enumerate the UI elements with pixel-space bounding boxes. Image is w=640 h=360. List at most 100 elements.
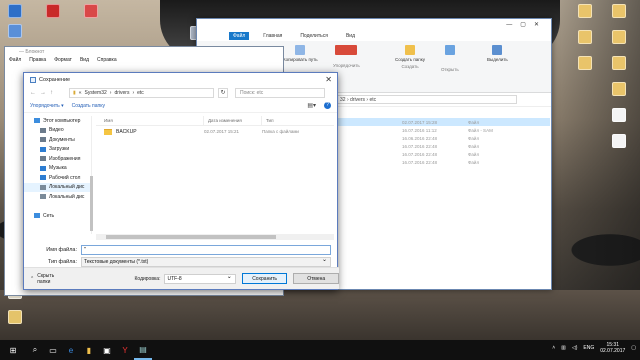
back-arrow-icon[interactable]: ←: [30, 90, 36, 96]
menu-edit[interactable]: Правка: [29, 57, 46, 66]
notifications-icon[interactable]: ▢: [631, 345, 636, 351]
nav-item-pictures[interactable]: Изображения: [24, 154, 91, 164]
desktop-folder-icon[interactable]: [572, 4, 598, 18]
nav-item-this-pc[interactable]: Этот компьютер: [24, 116, 91, 126]
yandex-browser-icon[interactable]: Y: [116, 340, 134, 360]
menu-file[interactable]: Файл: [9, 57, 21, 66]
edge-icon[interactable]: e: [62, 340, 80, 360]
horizontal-scrollbar[interactable]: [96, 234, 334, 240]
nav-item-videos[interactable]: Видео: [24, 126, 91, 136]
start-button[interactable]: ⊞: [0, 340, 26, 360]
nav-item-desktop[interactable]: Рабочий стол: [24, 173, 91, 183]
nav-scrollbar[interactable]: [90, 176, 93, 231]
nav-item-downloads[interactable]: Загрузки: [24, 145, 91, 155]
file-row[interactable]: BACKUP 02.07.2017 15:21 Папка с файлами: [96, 126, 334, 137]
save-button[interactable]: Сохранить: [241, 273, 288, 284]
menu-format[interactable]: Формат: [54, 57, 72, 66]
new-folder-icon: [405, 45, 415, 55]
hide-folders-toggle[interactable]: ⌃ Скрыть папки: [30, 273, 68, 285]
desktop-icon[interactable]: [2, 24, 28, 38]
notepad-taskbar-icon[interactable]: ▤: [134, 340, 152, 360]
breadcrumb-item[interactable]: etc: [137, 90, 144, 96]
cancel-button[interactable]: Отмена: [293, 273, 340, 284]
street-wallpaper: [0, 290, 640, 340]
nav-item-documents[interactable]: Документы: [24, 135, 91, 145]
desktop-file-icon[interactable]: [606, 108, 632, 122]
up-arrow-icon[interactable]: ↑: [50, 90, 53, 96]
encoding-select[interactable]: UTF-8: [164, 273, 236, 284]
language-indicator[interactable]: ENG: [583, 345, 594, 351]
menu-help[interactable]: Справка: [97, 57, 117, 66]
file-explorer-icon[interactable]: ▮: [80, 340, 98, 360]
explorer-row[interactable]: 16.07.2016 11:12 Файл - SAM: [336, 126, 550, 134]
breadcrumb-item[interactable]: drivers: [114, 90, 129, 96]
dialog-toolbar: Упорядочить ▾ Создать папку ▤▾ ?: [24, 100, 337, 113]
breadcrumb[interactable]: ▮ « System32 › drivers › etc: [69, 88, 214, 98]
clock[interactable]: 15:31 02.07.2017: [600, 342, 625, 354]
network-icon[interactable]: ▥: [561, 345, 566, 351]
desktop-file-icon[interactable]: [606, 134, 632, 148]
filename-input[interactable]: ": [81, 244, 331, 255]
organize-group[interactable]: Упорядочить: [333, 45, 360, 68]
tab-file[interactable]: Файл: [229, 32, 250, 40]
search-icon[interactable]: ⌕: [26, 340, 44, 360]
desktop-folder-icon[interactable]: [606, 4, 632, 18]
filetype-select[interactable]: Текстовые документы (*.txt): [81, 256, 331, 267]
tab-share[interactable]: Поделиться: [296, 32, 332, 40]
organize-menu[interactable]: Упорядочить ▾: [30, 103, 64, 109]
forward-arrow-icon[interactable]: →: [40, 90, 46, 96]
column-date[interactable]: Дата изменения: [204, 116, 262, 125]
desktop-folder-icon: [40, 175, 46, 181]
nav-item-network[interactable]: Сеть: [24, 211, 91, 221]
task-view-icon[interactable]: ▭: [44, 340, 62, 360]
folder-icon: ▮: [73, 90, 76, 96]
window-controls[interactable]: —▢✕: [506, 21, 547, 28]
select-icon: [492, 45, 503, 55]
view-options-icon[interactable]: ▤▾: [307, 102, 316, 109]
new-folder-button[interactable]: Создать папку Создать: [395, 45, 425, 69]
music-folder-icon: [40, 165, 46, 171]
save-dialog[interactable]: Сохранение ✕ ← → ↑ ▮ « System32 › driver…: [23, 72, 340, 290]
dialog-titlebar[interactable]: Сохранение ✕: [24, 73, 337, 86]
chevron-up-icon[interactable]: ˄: [552, 345, 555, 351]
desktop-icon[interactable]: [40, 4, 66, 18]
file-date: 02.07.2017 15:21: [204, 129, 240, 134]
help-icon[interactable]: ?: [324, 102, 331, 109]
explorer-row[interactable]: 16.07.2016 22:48 Файл: [336, 142, 550, 150]
nav-item-local-disk-c[interactable]: Локальный дис: [24, 182, 91, 192]
folder-icon: [104, 128, 112, 135]
tab-view[interactable]: Вид: [342, 32, 359, 40]
desktop-icon[interactable]: [2, 310, 28, 324]
menu-view[interactable]: Вид: [80, 57, 89, 66]
breadcrumb-item[interactable]: System32: [85, 90, 107, 96]
nav-item-music[interactable]: Музыка: [24, 164, 91, 174]
close-icon[interactable]: ✕: [325, 75, 332, 84]
store-icon[interactable]: ▣: [98, 340, 116, 360]
column-type[interactable]: Тип: [262, 116, 332, 125]
nav-item-local-disk-d[interactable]: Локальный дис: [24, 192, 91, 202]
scrollbar-thumb[interactable]: [106, 235, 276, 239]
explorer-row[interactable]: 02.07.2017 15:28 Файл: [336, 118, 550, 126]
volume-icon[interactable]: ◁): [572, 345, 578, 351]
system-tray: ˄ ▥ ◁) ENG 15:31 02.07.2017 ▢: [552, 342, 636, 354]
explorer-path[interactable]: 32 › drivers › etc: [337, 95, 517, 104]
desktop-folder-icon[interactable]: [606, 82, 632, 96]
open-group[interactable]: Открыть: [441, 45, 459, 72]
explorer-titlebar[interactable]: —▢✕: [197, 19, 551, 31]
desktop-folder-icon[interactable]: [572, 56, 598, 70]
desktop-folder-icon[interactable]: [572, 30, 598, 44]
explorer-row[interactable]: 16.07.2016 22:48 Файл: [336, 150, 550, 158]
copy-path-button[interactable]: Копировать путь: [283, 45, 318, 62]
desktop-folder-icon[interactable]: [606, 56, 632, 70]
desktop-icon[interactable]: [78, 4, 104, 18]
tab-home[interactable]: Главная: [259, 32, 286, 40]
desktop-icon[interactable]: [2, 4, 28, 18]
explorer-row[interactable]: 16.06.2016 22:48 Файл: [336, 134, 550, 142]
refresh-icon[interactable]: ↻: [218, 88, 228, 98]
explorer-row[interactable]: 16.07.2016 22:48 Файл: [336, 158, 550, 166]
select-group[interactable]: Выделить: [487, 45, 508, 62]
desktop-folder-icon[interactable]: [606, 30, 632, 44]
column-name[interactable]: Имя: [96, 116, 204, 125]
search-input[interactable]: Поиск: etc: [235, 88, 325, 98]
new-folder-button[interactable]: Создать папку: [72, 103, 105, 109]
